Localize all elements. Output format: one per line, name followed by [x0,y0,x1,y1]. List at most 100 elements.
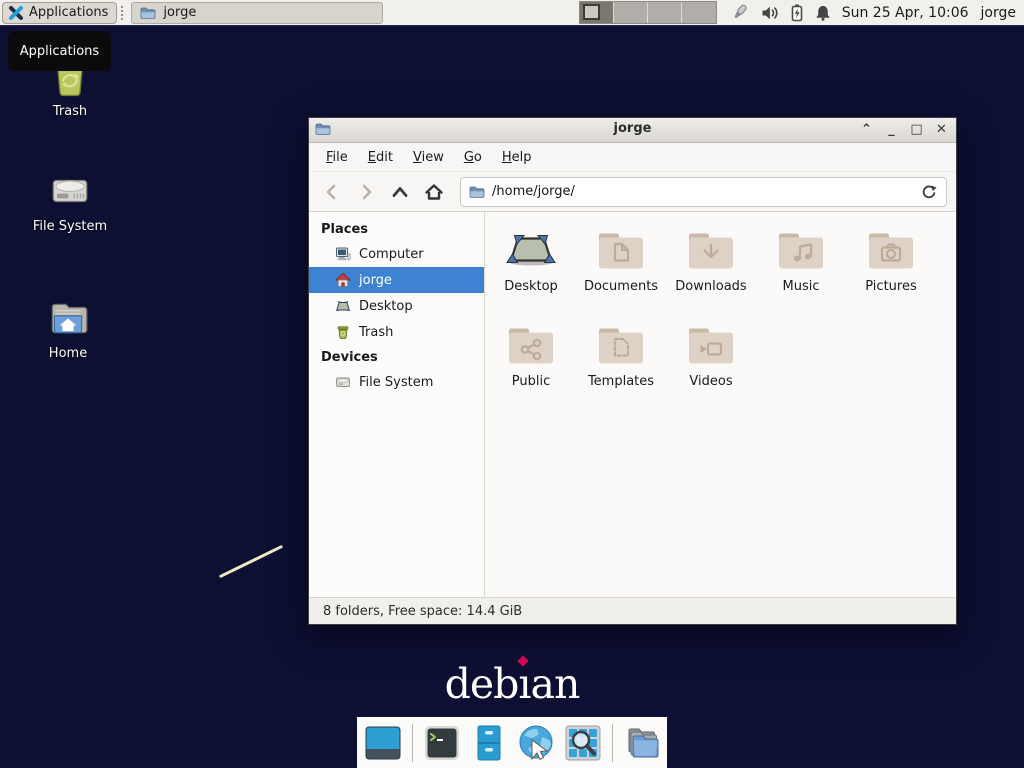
close-button[interactable]: ✕ [935,119,948,141]
taskbar-window-label: jorge [163,5,196,20]
menu-bar: File Edit View Go Help [309,143,956,172]
sidebar-item-jorge[interactable]: jorge [309,267,484,293]
window-title: jorge [309,121,956,136]
up-icon [390,182,410,202]
back-button[interactable] [318,178,346,206]
debian-wallpaper-logo: debıan [0,660,1024,708]
sidebar-item-label: Desktop [359,299,413,314]
folder-label: Documents [584,279,658,294]
sidebar: Places Computer [309,212,485,597]
sidebar-item-desktop[interactable]: Desktop [309,293,484,319]
home-folder-icon [45,295,91,341]
show-desktop-icon[interactable] [363,723,403,763]
web-browser-icon[interactable] [516,723,556,763]
folder-icon [140,6,156,20]
menu-go[interactable]: Go [455,146,491,169]
maximize-button[interactable]: □ [910,119,923,141]
downloads-folder-icon [685,229,737,274]
sidebar-item-trash[interactable]: Trash [309,319,484,345]
application-finder-icon[interactable] [563,723,603,763]
folder-item-pictures[interactable]: Pictures [846,225,936,320]
shade-button[interactable]: ⌃ [860,119,873,141]
music-folder-icon [775,229,827,274]
battery-icon[interactable] [789,3,805,23]
notifications-icon[interactable] [814,3,832,23]
videos-folder-icon [685,324,737,369]
file-cabinet-icon[interactable] [469,723,509,763]
reload-icon[interactable] [920,183,938,201]
folder-item-downloads[interactable]: Downloads [666,225,756,320]
folder-label: Public [512,374,550,389]
terminal-icon[interactable] [422,723,462,763]
applications-menu-button[interactable]: Applications [2,2,117,24]
debian-logo-text: an [531,660,580,708]
desktop-icon-label: File System [15,219,125,234]
path-folder-icon [469,185,485,199]
back-icon [322,182,342,202]
desktop-icon-filesystem[interactable]: File System [15,168,125,234]
status-text: 8 folders, Free space: 14.4 GiB [323,604,522,619]
window-titlebar[interactable]: jorge ⌃ _ □ ✕ [309,118,956,143]
folder-label: Pictures [865,279,916,294]
folder-item-public[interactable]: Public [486,320,576,415]
folder-item-templates[interactable]: Templates [576,320,666,415]
trash-icon [335,324,351,340]
computer-icon [335,246,351,262]
folders-icon[interactable] [622,723,662,763]
folder-item-documents[interactable]: Documents [576,225,666,320]
forward-button[interactable] [352,178,380,206]
workspace-window-thumb [583,4,600,20]
folder-label: Videos [689,374,732,389]
folder-label: Desktop [504,279,558,294]
file-manager-window: jorge ⌃ _ □ ✕ File Edit View Go Help [308,117,957,625]
menu-view[interactable]: View [404,146,453,169]
documents-folder-icon [595,229,647,274]
forward-icon [356,182,376,202]
menu-file[interactable]: File [317,146,357,169]
session-user-menu[interactable]: jorge [981,5,1016,21]
menu-edit[interactable]: Edit [359,146,402,169]
debian-logo-text: deb [445,660,519,708]
desktop-special-icon [505,229,557,274]
workspace-switcher[interactable] [579,1,717,24]
panel-clock[interactable]: Sun 25 Apr, 10:06 [842,5,969,21]
desktop-icon-label: Trash [15,104,125,119]
workspace-4[interactable] [682,2,716,23]
home-icon [335,272,351,288]
debian-logo-i: ı [518,660,530,708]
folder-grid: Desktop Documents [486,225,956,415]
workspace-3[interactable] [648,2,682,23]
desktop-icon-home[interactable]: Home [13,295,123,361]
taskbar-grip[interactable] [121,6,127,20]
path-value[interactable]: /home/jorge/ [492,184,913,199]
status-bar: 8 folders, Free space: 14.4 GiB [309,597,956,624]
folder-item-videos[interactable]: Videos [666,320,756,415]
stylus-icon[interactable] [729,3,751,23]
folder-label: Templates [588,374,654,389]
templates-folder-icon [595,324,647,369]
workspace-2[interactable] [614,2,648,23]
hard-drive-icon [47,168,93,214]
dock-panel [357,717,667,768]
workspace-1[interactable] [580,2,614,23]
window-body: Places Computer [309,212,956,597]
wallpaper-line-decoration [219,545,283,578]
sidebar-item-computer[interactable]: Computer [309,241,484,267]
sidebar-places-header: Places [309,217,484,241]
taskbar-window-button[interactable]: jorge [131,2,383,24]
sidebar-devices-header: Devices [309,345,484,369]
minimize-button[interactable]: _ [885,119,898,141]
folder-item-music[interactable]: Music [756,225,846,320]
folder-item-desktop[interactable]: Desktop [486,225,576,320]
sidebar-item-filesystem[interactable]: File System [309,369,484,395]
home-button[interactable] [420,178,448,206]
folder-view[interactable]: Desktop Documents [485,212,956,597]
desktop-icon [335,298,351,314]
up-button[interactable] [386,178,414,206]
volume-icon[interactable] [760,3,780,23]
public-folder-icon [505,324,557,369]
menu-help[interactable]: Help [493,146,541,169]
location-bar[interactable]: /home/jorge/ [460,177,947,207]
sidebar-item-label: File System [359,375,433,390]
folder-label: Downloads [675,279,746,294]
